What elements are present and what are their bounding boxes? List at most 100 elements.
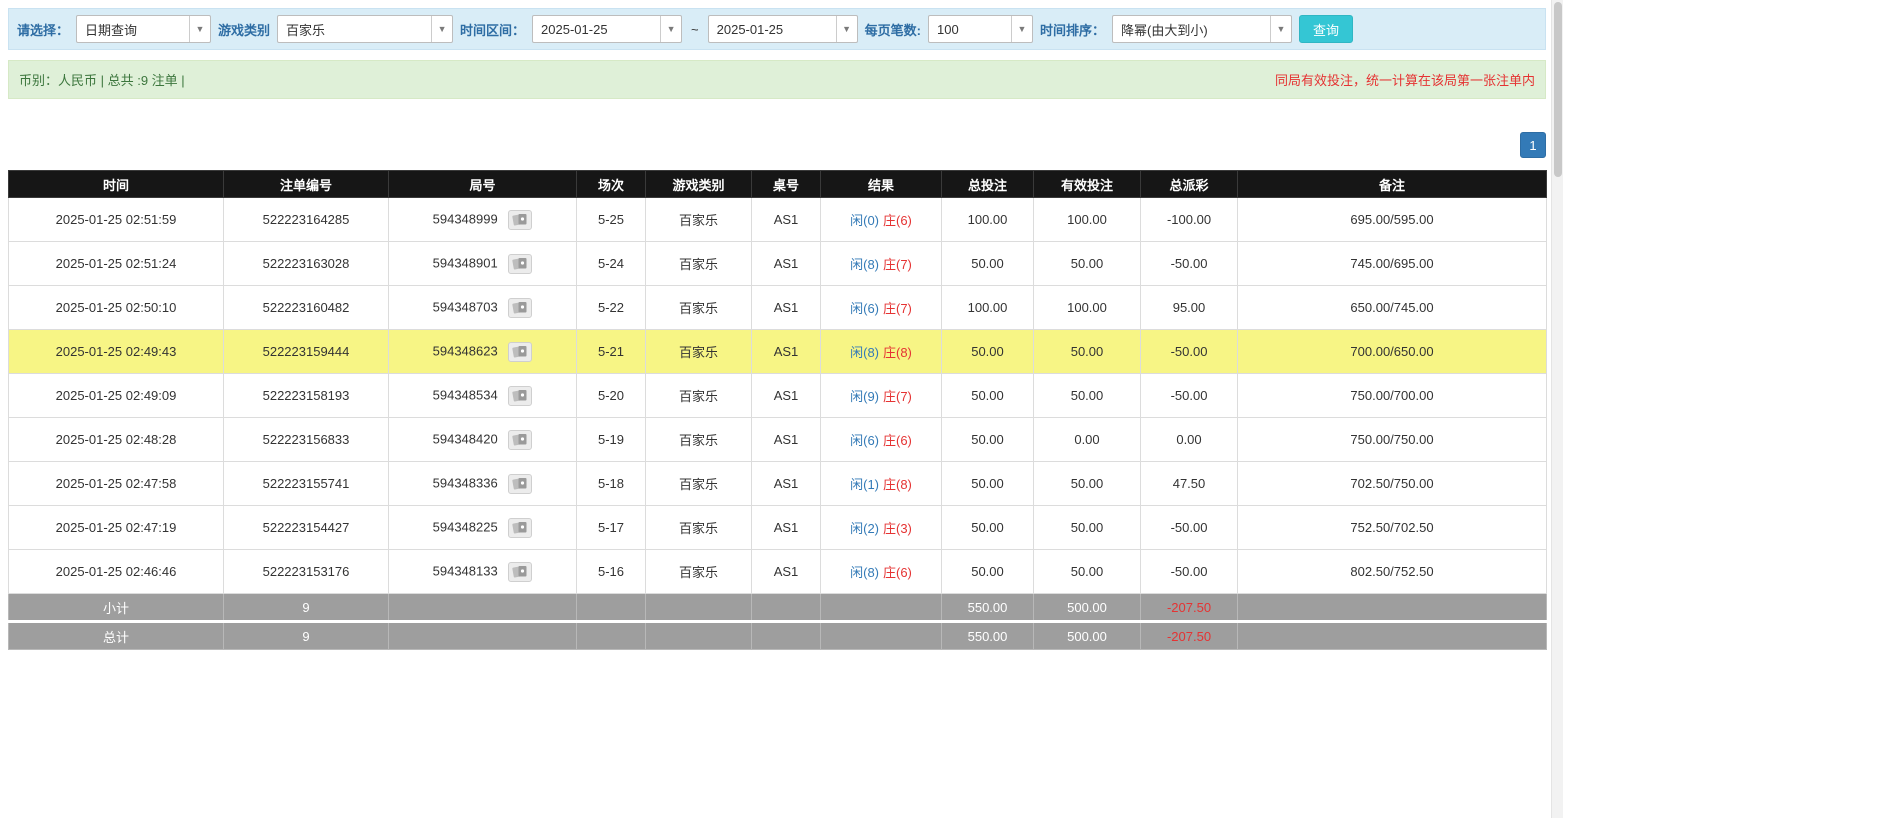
select-label: 请选择： [17, 22, 70, 38]
time-range-label: 时间区间： [460, 22, 526, 38]
subtotal-count: 9 [223, 593, 389, 622]
cell-remark: 752.50/702.50 [1237, 505, 1547, 550]
cell-table-no: AS1 [751, 329, 821, 374]
pagination: 1 [8, 132, 1546, 158]
chevron-down-icon[interactable]: ▼ [189, 16, 210, 42]
cell-round-id: 594348999 [388, 197, 577, 242]
vertical-scrollbar[interactable] [1551, 0, 1563, 818]
cell-session: 5-24 [576, 241, 646, 286]
round-replay-icon[interactable] [508, 429, 533, 450]
cell-total-bet-link[interactable]: 50.00 [941, 329, 1034, 374]
page-container: 请选择： 日期查询 ▼ 游戏类别 百家乐 ▼ 时间区间： 2025-01-25 … [0, 0, 1554, 658]
cell-valid-bet: 50.00 [1033, 549, 1141, 594]
cell-table-no: AS1 [751, 285, 821, 330]
table-body: 2025-01-25 02:51:59 522223164285 5943489… [8, 197, 1547, 594]
total-label: 总计 [8, 620, 224, 650]
result-banker: 庄(8) [883, 477, 912, 492]
cell-result: 闲(1) 庄(8) [820, 461, 942, 506]
round-replay-icon[interactable] [508, 209, 533, 230]
cell-remark: 700.00/650.00 [1237, 329, 1547, 374]
page-size-value: 100 [936, 21, 959, 37]
date-range-tilde: ~ [691, 21, 699, 37]
chevron-down-icon[interactable]: ▼ [835, 16, 857, 42]
header-remark: 备注 [1237, 170, 1547, 198]
date-from-dropdown[interactable]: 2025-01-25 ▼ [532, 15, 683, 43]
round-replay-icon[interactable] [508, 341, 533, 362]
currency-summary-text: 币别：人民币 | 总共 :9 注单 | [19, 73, 185, 88]
cell-valid-bet: 50.00 [1033, 461, 1141, 506]
table-row: 2025-01-25 02:48:28 522223156833 5943484… [8, 417, 1547, 462]
cell-remark: 750.00/700.00 [1237, 373, 1547, 418]
cell-total-bet-link[interactable]: 100.00 [941, 197, 1034, 242]
cell-round-id: 594348420 [388, 417, 577, 462]
cell-session: 5-20 [576, 373, 646, 418]
cell-session: 5-17 [576, 505, 646, 550]
query-button[interactable]: 查询 [1299, 15, 1354, 43]
cell-bet-id: 522223158193 [223, 373, 389, 418]
result-banker: 庄(8) [883, 345, 912, 360]
cell-remark: 650.00/745.00 [1237, 285, 1547, 330]
page-size-dropdown[interactable]: 100 ▼ [927, 15, 1033, 43]
round-id-text: 594348336 [432, 474, 498, 490]
table-row: 2025-01-25 02:46:46 522223153176 5943481… [8, 549, 1547, 594]
header-result: 结果 [820, 170, 942, 198]
cell-total-bet-link[interactable]: 50.00 [941, 505, 1034, 550]
result-player: 闲(0) [850, 213, 879, 228]
cell-session: 5-18 [576, 461, 646, 506]
cell-total-bet-link[interactable]: 50.00 [941, 461, 1034, 506]
cell-round-id: 594348623 [388, 329, 577, 374]
cell-total-bet-link[interactable]: 50.00 [941, 241, 1034, 286]
result-banker: 庄(7) [883, 389, 912, 404]
round-replay-icon[interactable] [508, 473, 533, 494]
round-replay-icon[interactable] [508, 517, 533, 538]
table-row: 2025-01-25 02:51:24 522223163028 5943489… [8, 241, 1547, 286]
cell-valid-bet: 50.00 [1033, 373, 1141, 418]
cell-total-bet-link[interactable]: 50.00 [941, 549, 1034, 594]
cell-payout: 0.00 [1140, 417, 1238, 462]
total-row: 总计 9 550.00 500.00 -207.50 [8, 620, 1547, 650]
cell-table-no: AS1 [751, 197, 821, 242]
cell-session: 5-19 [576, 417, 646, 462]
cell-payout: 95.00 [1140, 285, 1238, 330]
cell-time: 2025-01-25 02:47:58 [8, 461, 224, 506]
round-replay-icon[interactable] [508, 561, 533, 582]
cell-total-bet-link[interactable]: 100.00 [941, 285, 1034, 330]
cell-valid-bet: 50.00 [1033, 329, 1141, 374]
cell-total-bet-link[interactable]: 50.00 [941, 373, 1034, 418]
round-replay-icon[interactable] [508, 385, 533, 406]
table-header: 时间 注单编号 局号 场次 游戏类别 桌号 结果 总投注 有效投注 总派彩 备注 [8, 170, 1547, 198]
scrollbar-thumb[interactable] [1553, 2, 1562, 177]
total-count: 9 [223, 620, 389, 650]
cell-game-type: 百家乐 [645, 417, 752, 462]
cell-session: 5-22 [576, 285, 646, 330]
cell-round-id: 594348225 [388, 505, 577, 550]
query-type-value: 日期查询 [85, 22, 138, 38]
cell-table-no: AS1 [751, 373, 821, 418]
cell-valid-bet: 100.00 [1033, 285, 1141, 330]
chevron-down-icon[interactable]: ▼ [1010, 16, 1032, 42]
page-button-1[interactable]: 1 [1520, 132, 1546, 158]
round-replay-icon[interactable] [508, 253, 533, 274]
date-to-value: 2025-01-25 [716, 21, 784, 37]
result-banker: 庄(7) [883, 257, 912, 272]
result-player: 闲(6) [850, 301, 879, 316]
table-row: 2025-01-25 02:47:58 522223155741 5943483… [8, 461, 1547, 506]
total-payout: -207.50 [1140, 620, 1238, 650]
query-type-dropdown[interactable]: 日期查询 ▼ [76, 15, 212, 43]
cell-time: 2025-01-25 02:51:24 [8, 241, 224, 286]
round-id-text: 594348703 [432, 298, 498, 314]
cell-payout: -50.00 [1140, 549, 1238, 594]
cell-round-id: 594348133 [388, 549, 577, 594]
cell-valid-bet: 100.00 [1033, 197, 1141, 242]
game-type-dropdown[interactable]: 百家乐 ▼ [277, 15, 454, 43]
chevron-down-icon[interactable]: ▼ [431, 16, 452, 42]
table-row: 2025-01-25 02:49:09 522223158193 5943485… [8, 373, 1547, 418]
date-to-dropdown[interactable]: 2025-01-25 ▼ [707, 15, 858, 43]
cell-payout: -50.00 [1140, 373, 1238, 418]
chevron-down-icon[interactable]: ▼ [1270, 16, 1291, 42]
chevron-down-icon[interactable]: ▼ [660, 16, 681, 42]
sort-dropdown[interactable]: 降幂(由大到小) ▼ [1112, 15, 1292, 43]
cell-total-bet-link[interactable]: 50.00 [941, 417, 1034, 462]
cell-bet-id: 522223153176 [223, 549, 389, 594]
round-replay-icon[interactable] [508, 297, 533, 318]
